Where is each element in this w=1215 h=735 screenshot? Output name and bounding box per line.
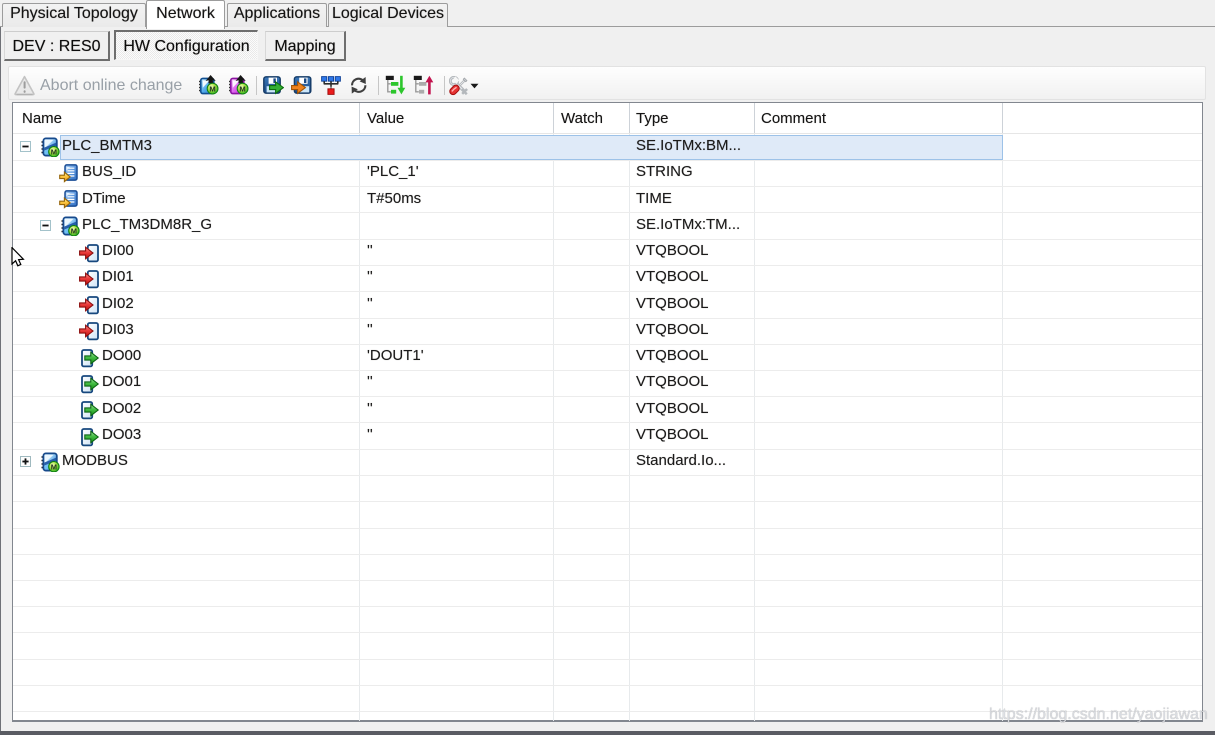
svg-text:M: M xyxy=(209,84,215,93)
svg-text:M: M xyxy=(51,462,57,471)
svg-text:M: M xyxy=(71,226,77,235)
svg-text:M: M xyxy=(239,84,245,93)
svg-text:M: M xyxy=(51,147,57,156)
